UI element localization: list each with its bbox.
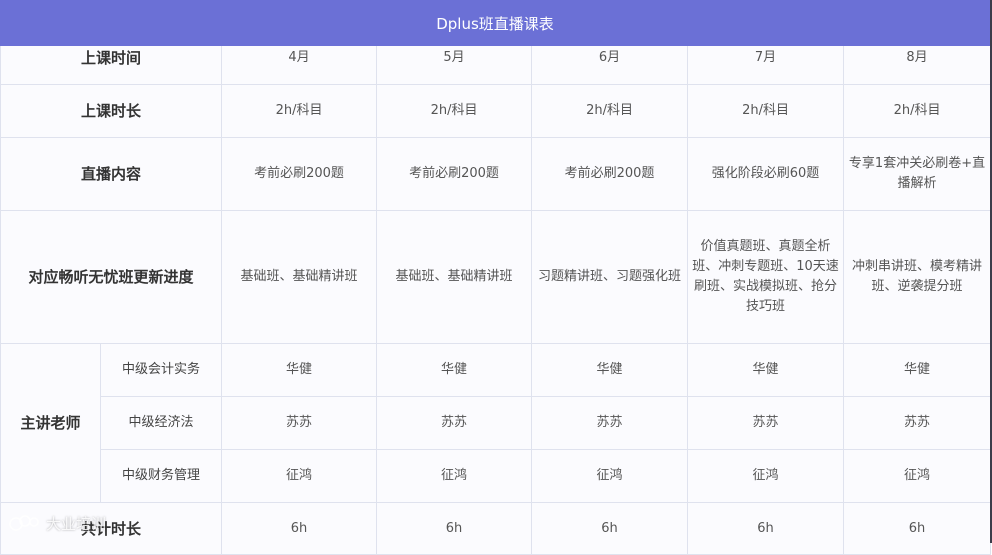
total-cell: 6h: [531, 502, 689, 555]
table-title-bar: Dplus班直播课表: [0, 0, 990, 46]
teacher-cell: 华健: [221, 343, 378, 397]
subject-label: 中级经济法: [99, 396, 223, 450]
teacher-cell: 苏苏: [221, 396, 378, 450]
duration-cell: 2h/科目: [531, 84, 689, 138]
subject-label: 中级会计实务: [99, 343, 223, 397]
progress-cell: 基础班、基础精讲班: [221, 210, 378, 344]
schedule-table: 上课时间 4月 5月 6月 7月 8月 上课时长 2h/科目 2h/科目 2h/…: [0, 30, 992, 555]
row-total: 共计时长 6h 6h 6h 6h 6h: [0, 502, 992, 555]
content-cell: 考前必刷200题: [531, 137, 689, 211]
total-cell: 6h: [376, 502, 533, 555]
row-teacher-finance: 中级财务管理 征鸿 征鸿 征鸿 征鸿 征鸿: [1, 449, 992, 503]
row-label-duration: 上课时长: [0, 84, 223, 138]
duration-cell: 2h/科目: [687, 84, 845, 138]
row-teacher-accounting: 主讲老师 中级会计实务 华健 华健 华健 华健 华健: [0, 343, 992, 503]
progress-cell: 价值真题班、真题全析班、冲刺专题班、10天速刷班、实战模拟班、抢分技巧班: [687, 210, 845, 344]
teacher-cell: 苏苏: [531, 396, 689, 450]
row-label-content: 直播内容: [0, 137, 223, 211]
teacher-cell: 苏苏: [376, 396, 533, 450]
teacher-cell: 华健: [843, 343, 992, 397]
content-cell: 专享1套冲关必刷卷+直播解析: [843, 137, 992, 211]
progress-cell: 冲刺串讲班、模考精讲班、逆袭提分班: [843, 210, 992, 344]
teacher-cell: 华健: [687, 343, 845, 397]
row-label-progress: 对应畅听无忧班更新进度: [0, 210, 223, 344]
teacher-cell: 华健: [531, 343, 689, 397]
row-label-teachers: 主讲老师: [0, 343, 101, 503]
teacher-cell: 征鸿: [376, 449, 533, 503]
content-cell: 强化阶段必刷60题: [687, 137, 845, 211]
progress-cell: 基础班、基础精讲班: [376, 210, 533, 344]
teacher-cell: 征鸿: [221, 449, 378, 503]
watermark-logo-icon: [8, 513, 42, 533]
content-cell: 考前必刷200题: [376, 137, 533, 211]
total-cell: 6h: [843, 502, 992, 555]
page-title: Dplus班直播课表: [436, 14, 554, 33]
watermark: 大业培训: [8, 511, 106, 535]
total-cell: 6h: [221, 502, 378, 555]
row-duration: 上课时长 2h/科目 2h/科目 2h/科目 2h/科目 2h/科目: [0, 84, 992, 138]
teacher-cell: 征鸿: [531, 449, 689, 503]
watermark-text: 大业培训: [46, 514, 107, 533]
content-cell: 考前必刷200题: [221, 137, 378, 211]
total-cell: 6h: [687, 502, 845, 555]
teacher-cell: 征鸿: [687, 449, 845, 503]
teacher-cell: 苏苏: [687, 396, 845, 450]
row-progress: 对应畅听无忧班更新进度 基础班、基础精讲班 基础班、基础精讲班 习题精讲班、习题…: [0, 210, 992, 344]
subject-label: 中级财务管理: [99, 449, 223, 503]
duration-cell: 2h/科目: [376, 84, 533, 138]
teacher-cell: 苏苏: [843, 396, 992, 450]
row-teacher-law: 中级经济法 苏苏 苏苏 苏苏 苏苏 苏苏: [1, 396, 992, 450]
progress-cell: 习题精讲班、习题强化班: [531, 210, 689, 344]
duration-cell: 2h/科目: [843, 84, 992, 138]
teacher-cell: 华健: [376, 343, 533, 397]
row-content: 直播内容 考前必刷200题 考前必刷200题 考前必刷200题 强化阶段必刷60…: [0, 137, 992, 211]
teacher-cell: 征鸿: [843, 449, 992, 503]
duration-cell: 2h/科目: [221, 84, 378, 138]
